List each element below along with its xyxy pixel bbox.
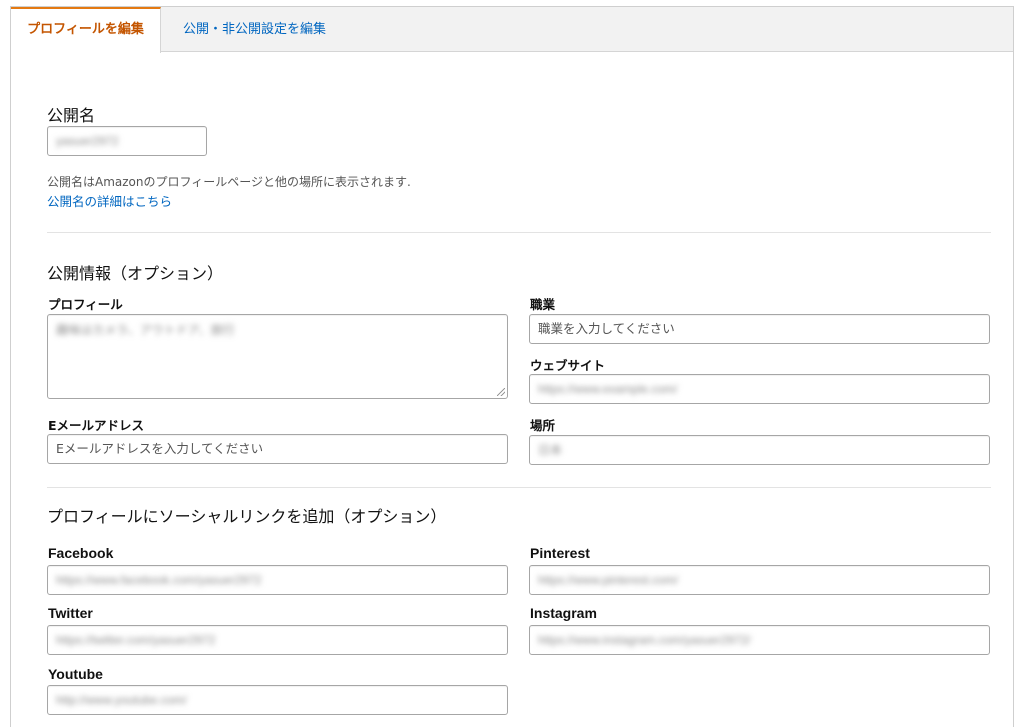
- section-divider: [47, 487, 991, 488]
- instagram-label: Instagram: [530, 605, 597, 621]
- tab-edit-privacy[interactable]: 公開・非公開設定を編集: [167, 7, 342, 52]
- youtube-label: Youtube: [48, 666, 103, 682]
- youtube-value: http://www.youtube.com/: [56, 693, 187, 707]
- location-value: 日本: [538, 443, 563, 457]
- location-input[interactable]: 日本: [529, 435, 990, 465]
- social-links-heading: プロフィールにソーシャルリンクを追加（オプション）: [47, 507, 447, 526]
- youtube-input[interactable]: http://www.youtube.com/: [47, 685, 508, 715]
- public-name-details-link[interactable]: 公開名の詳細はこちら: [47, 191, 172, 210]
- location-label: 場所: [530, 418, 556, 433]
- resize-handle[interactable]: [497, 388, 505, 396]
- section-divider: [47, 232, 991, 233]
- pinterest-input[interactable]: https://www.pinterest.com/: [529, 565, 990, 595]
- twitter-input[interactable]: https://twitter.com/yasuer2972: [47, 625, 508, 655]
- facebook-input[interactable]: https://www.facebook.com/yasuer2972: [47, 565, 508, 595]
- public-name-input[interactable]: yasuer2972: [47, 126, 207, 156]
- facebook-label: Facebook: [48, 545, 114, 561]
- public-info-heading: 公開情報（オプション）: [47, 264, 224, 283]
- website-value: https://www.example.com/: [538, 382, 678, 396]
- twitter-label: Twitter: [48, 605, 93, 621]
- pinterest-value: https://www.pinterest.com/: [538, 573, 679, 587]
- public-name-help-text: 公開名はAmazonのプロフィールページと他の場所に表示されます.: [47, 175, 411, 189]
- profile-edit-panel: プロフィールを編集 公開・非公開設定を編集 公開名 yasuer2972 公開名…: [10, 6, 1014, 727]
- website-input[interactable]: https://www.example.com/: [529, 374, 990, 404]
- public-name-heading: 公開名: [47, 106, 96, 125]
- occupation-label: 職業: [530, 297, 556, 312]
- facebook-value: https://www.facebook.com/yasuer2972: [56, 573, 262, 587]
- email-label: Eメールアドレス: [48, 418, 145, 433]
- website-label: ウェブサイト: [530, 358, 606, 373]
- instagram-input[interactable]: https://www.instagram.com/yasuer2972/: [529, 625, 990, 655]
- email-input[interactable]: Eメールアドレスを入力してください: [47, 434, 508, 464]
- profile-value: 趣味はカメラ、アウトドア、旅行: [56, 323, 235, 337]
- public-name-value: yasuer2972: [56, 134, 119, 148]
- profile-textarea[interactable]: 趣味はカメラ、アウトドア、旅行: [47, 314, 508, 399]
- tab-bar: プロフィールを編集 公開・非公開設定を編集: [11, 7, 1013, 53]
- occupation-input[interactable]: 職業を入力してください: [529, 314, 990, 344]
- profile-label: プロフィール: [48, 297, 123, 312]
- instagram-value: https://www.instagram.com/yasuer2972/: [538, 633, 751, 647]
- tab-edit-profile[interactable]: プロフィールを編集: [11, 7, 161, 53]
- twitter-value: https://twitter.com/yasuer2972: [56, 633, 216, 647]
- pinterest-label: Pinterest: [530, 545, 590, 561]
